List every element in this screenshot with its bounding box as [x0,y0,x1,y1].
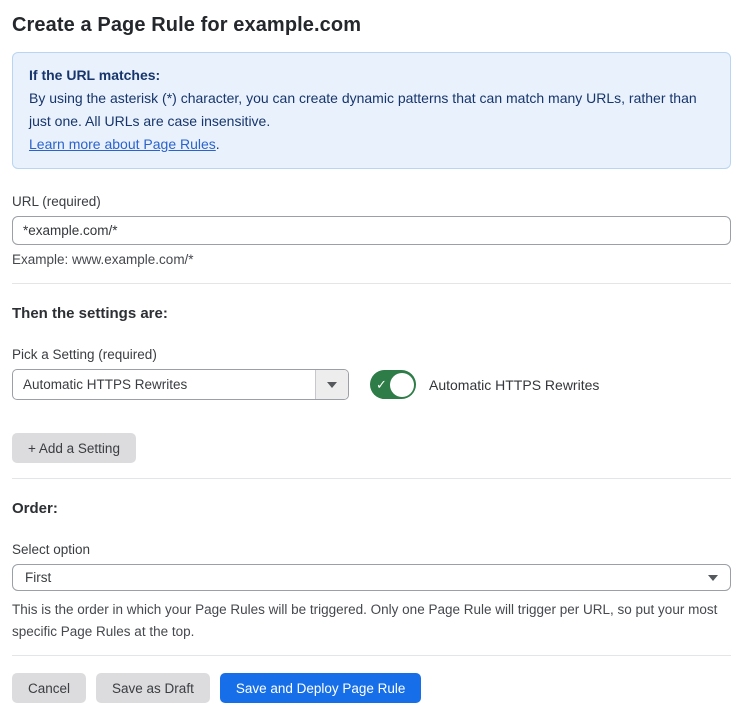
order-select-label: Select option [12,542,91,557]
setting-select-value: Automatic HTTPS Rewrites [23,377,188,392]
divider [12,655,731,656]
order-heading: Order: [12,500,58,517]
page-title: Create a Page Rule for example.com [12,14,362,36]
toggle-label: Automatic HTTPS Rewrites [429,376,600,393]
divider [12,283,731,284]
cancel-button[interactable]: Cancel [12,673,87,703]
settings-heading: Then the settings are: [12,305,168,322]
page-rule-form: Create a Page Rule for example.com If th… [0,0,743,703]
url-input[interactable] [12,216,731,245]
link-period: . [215,136,220,152]
info-box-link-line: Learn more about Page Rules. [29,133,714,156]
setting-select[interactable]: Automatic HTTPS Rewrites [12,369,349,400]
info-box-heading: If the URL matches: [29,67,161,83]
save-as-draft-button[interactable]: Save as Draft [96,673,210,703]
https-rewrites-toggle[interactable]: ✓ [370,370,416,399]
url-match-info-box: If the URL matches: By using the asteris… [12,52,731,169]
save-and-deploy-button[interactable]: Save and Deploy Page Rule [219,673,422,703]
chevron-down-icon [708,574,718,581]
footer-actions: Cancel Save as Draft Save and Deploy Pag… [12,673,731,703]
order-select-value: First [25,570,52,585]
url-example-text: Example: www.example.com/* [12,252,194,267]
url-field-label: URL (required) [12,194,101,209]
order-help-text: This is the order in which your Page Rul… [12,602,718,639]
setting-picker-label: Pick a Setting (required) [12,347,157,362]
setting-row: Automatic HTTPS Rewrites ✓ Automatic HTT… [12,369,731,400]
check-icon: ✓ [376,376,387,392]
setting-select-arrow-button[interactable] [315,370,348,399]
chevron-down-icon [327,381,337,388]
info-box-body: By using the asterisk (*) character, you… [29,90,697,129]
setting-toggle-group: ✓ Automatic HTTPS Rewrites [370,370,599,399]
learn-more-link[interactable]: Learn more about Page Rules [29,136,216,152]
add-setting-button[interactable]: + Add a Setting [12,433,136,463]
toggle-knob [389,372,414,397]
divider [12,478,731,479]
order-select[interactable]: First [12,564,731,591]
